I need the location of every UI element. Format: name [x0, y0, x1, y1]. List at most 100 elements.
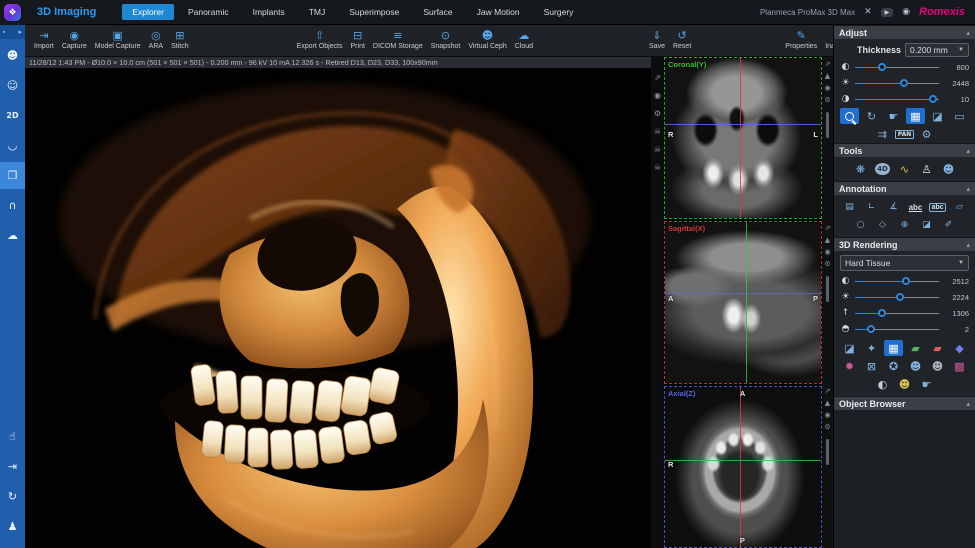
- section-tools[interactable]: Tools ▴: [834, 143, 975, 157]
- head-profile-icon[interactable]: ☻: [906, 358, 925, 374]
- clip-icon[interactable]: ⊠: [862, 358, 881, 374]
- cloud-button[interactable]: ☁Cloud: [511, 29, 537, 52]
- settings-wrench-icon[interactable]: ⚙: [917, 126, 936, 142]
- camera-icon[interactable]: ◉: [824, 248, 830, 256]
- camera-icon[interactable]: ◉: [654, 91, 661, 100]
- capture-button[interactable]: ◉Capture: [58, 29, 91, 52]
- wrench-icon[interactable]: ⚙: [824, 96, 830, 104]
- sidebar-item-2d[interactable]: 2D: [0, 102, 25, 129]
- sagittal-axial-crossline[interactable]: [665, 293, 821, 294]
- mask-head-icon[interactable]: ☻: [895, 376, 914, 392]
- ruler-icon[interactable]: ▤: [840, 199, 859, 215]
- save-button[interactable]: ⇓Save: [645, 29, 669, 52]
- collapse-icon[interactable]: ▴: [966, 400, 970, 408]
- export-objects-button[interactable]: ⇧Export Objects: [293, 29, 347, 52]
- sidebar-item-user[interactable]: ♟: [0, 513, 25, 540]
- tooth-tool-icon[interactable]: ♙: [917, 161, 936, 177]
- point-marker-icon[interactable]: ⊕: [895, 217, 914, 233]
- sidebar-item-dentition[interactable]: ◡: [0, 132, 25, 159]
- tab-jaw-motion[interactable]: Jaw Motion: [467, 4, 530, 20]
- tab-surface[interactable]: Surface: [413, 4, 462, 20]
- light-icon[interactable]: ✦: [862, 340, 881, 356]
- gamma-slider[interactable]: [855, 95, 939, 104]
- histogram-icon[interactable]: ◪: [928, 108, 947, 124]
- tab-explorer[interactable]: Explorer: [122, 4, 174, 20]
- properties-button[interactable]: ✎Properties: [781, 29, 821, 52]
- label-annotation-icon[interactable]: abc: [928, 199, 947, 215]
- expand-icon[interactable]: ⇗: [825, 60, 831, 68]
- coronal-sagittal-crossline[interactable]: [740, 58, 741, 218]
- info-circle-icon[interactable]: ◉: [902, 7, 910, 17]
- eraser-icon[interactable]: ◪: [917, 217, 936, 233]
- slice-scrollbar[interactable]: [826, 276, 829, 302]
- color-star-icon[interactable]: ✹: [840, 358, 859, 374]
- implant-draw-icon[interactable]: ✐: [939, 217, 958, 233]
- slice-scrollbar[interactable]: [826, 439, 829, 465]
- model-capture-button[interactable]: ▣Model Capture: [91, 29, 145, 52]
- sidebar-item-export-user[interactable]: ⇥: [0, 453, 25, 480]
- blue-plane-icon[interactable]: ◆: [950, 340, 969, 356]
- contrast-slider[interactable]: [855, 63, 939, 72]
- collapse-icon[interactable]: ▴: [966, 147, 970, 155]
- angle-measure-icon[interactable]: ∡: [884, 199, 903, 215]
- sidebar-item-lips[interactable]: ☁: [0, 222, 25, 249]
- warning-icon[interactable]: ▲: [825, 72, 830, 80]
- skull-front-preset-icon[interactable]: ☠: [654, 145, 661, 154]
- tab-tmj[interactable]: TMJ: [299, 4, 336, 20]
- histogram-icon[interactable]: ◪: [840, 340, 859, 356]
- axial-sagittal-crossline[interactable]: [740, 387, 741, 547]
- close-icon[interactable]: ✕: [864, 7, 872, 17]
- section-adjust[interactable]: Adjust ▴: [834, 25, 975, 39]
- warning-icon[interactable]: ▲: [825, 236, 830, 244]
- import-button[interactable]: ⇥Import: [30, 29, 58, 52]
- red-plane-icon[interactable]: ▰: [928, 340, 947, 356]
- brightness-slider[interactable]: [855, 79, 939, 88]
- slice-grid-icon[interactable]: ▦: [906, 108, 925, 124]
- corner-measure-icon[interactable]: ∟: [862, 199, 881, 215]
- pan-mode-icon[interactable]: PAN: [895, 126, 914, 142]
- grab-head-icon[interactable]: ☛: [917, 376, 936, 392]
- print-button[interactable]: ⊟Print: [347, 29, 369, 52]
- rendering-contrast-slider[interactable]: [855, 277, 939, 286]
- slice-grid-icon[interactable]: ▦: [884, 340, 903, 356]
- rendering-brightness-slider[interactable]: [855, 293, 939, 302]
- profile-tool-icon[interactable]: ∿: [895, 161, 914, 177]
- expand-icon[interactable]: ⇗: [825, 224, 831, 232]
- brush-tool-icon[interactable]: ❋: [851, 161, 870, 177]
- sidebar-item-3d[interactable]: ❒: [0, 162, 25, 189]
- sagittal-coronal-crossline[interactable]: [746, 222, 747, 382]
- tab-panoramic[interactable]: Panoramic: [178, 4, 239, 20]
- rect-draw-icon[interactable]: ▱: [950, 199, 969, 215]
- section-object-browser[interactable]: Object Browser ▴: [834, 396, 975, 410]
- reset-button[interactable]: ↺Reset: [669, 29, 695, 52]
- rendering-threshold-slider[interactable]: [855, 309, 939, 318]
- dicom-storage-button[interactable]: ≡DICOM Storage: [369, 29, 427, 52]
- rendering-preset-select[interactable]: Hard Tissue ▼: [840, 255, 969, 271]
- axial-view[interactable]: Axial(Z) A R P: [664, 386, 822, 548]
- wrench-icon[interactable]: ⚙: [824, 423, 830, 431]
- collapse-icon[interactable]: ▴: [966, 29, 970, 37]
- expand-icon[interactable]: ⇗: [825, 387, 831, 395]
- collapse-icon[interactable]: ▴: [966, 241, 970, 249]
- pan-hand-icon[interactable]: ☛: [884, 108, 903, 124]
- camera-icon[interactable]: ◉: [824, 84, 830, 92]
- green-plane-icon[interactable]: ▰: [906, 340, 925, 356]
- rendering-smoothing-slider[interactable]: [855, 325, 939, 334]
- section-annotation[interactable]: Annotation ▴: [834, 181, 975, 195]
- sidebar-item-history[interactable]: ↻: [0, 483, 25, 510]
- zoom-tool-icon[interactable]: [840, 108, 859, 124]
- circle-draw-icon[interactable]: ○: [851, 217, 870, 233]
- head-solid-icon[interactable]: ☻: [928, 358, 947, 374]
- pin-icon[interactable]: ▪: [3, 29, 5, 36]
- layout-icon[interactable]: ▭: [950, 108, 969, 124]
- sidebar-item-hand[interactable]: ☝: [0, 423, 25, 450]
- skull-right-preset-icon[interactable]: ☠: [654, 163, 661, 172]
- wrench-icon[interactable]: ⚙: [824, 260, 830, 268]
- shield-icon[interactable]: ✪: [884, 358, 903, 374]
- tab-implants[interactable]: Implants: [243, 4, 295, 20]
- expand-view-icon[interactable]: ⇗: [654, 73, 661, 82]
- slice-scrollbar[interactable]: [826, 112, 829, 138]
- expand-sidebar-icon[interactable]: ▸: [18, 28, 22, 36]
- sagittal-view[interactable]: Sagittal(X) A P: [664, 221, 822, 383]
- warning-icon[interactable]: ▲: [825, 399, 830, 407]
